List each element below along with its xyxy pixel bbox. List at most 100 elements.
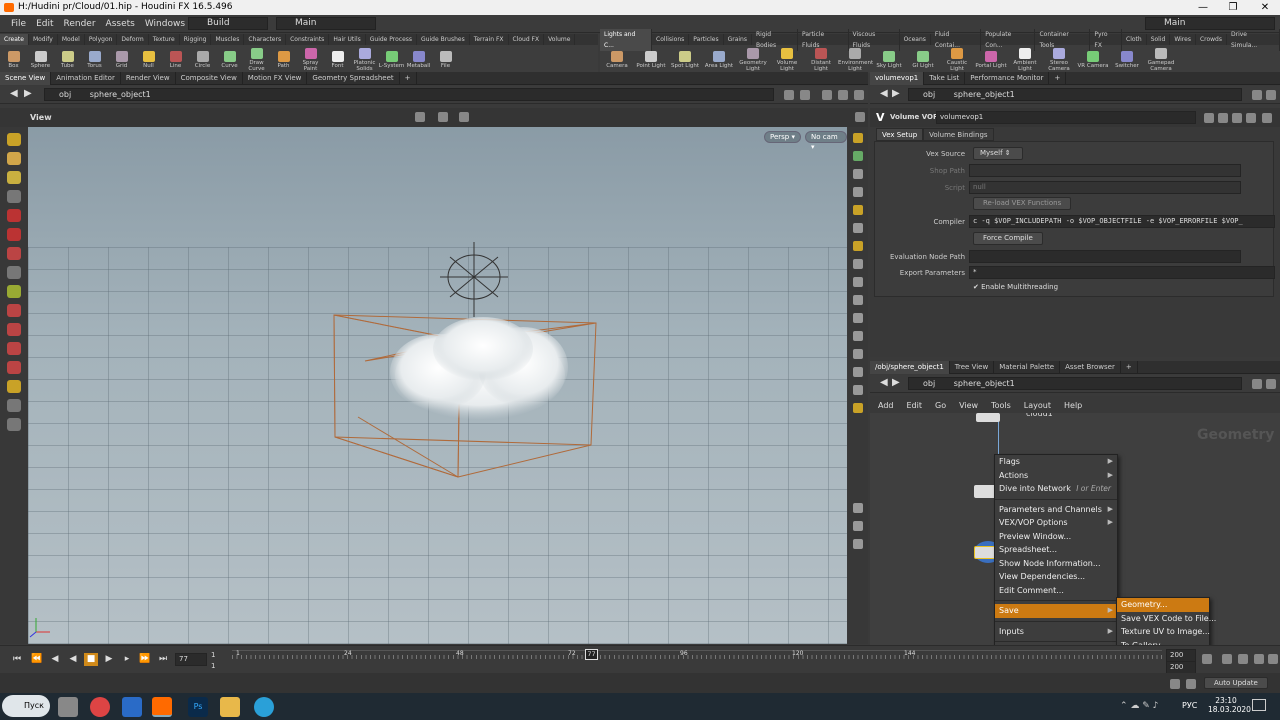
render-region-icon[interactable] [7, 285, 21, 298]
desktop-select[interactable]: Build [188, 17, 268, 30]
select-tool-icon[interactable] [7, 133, 21, 146]
param-help2-icon[interactable] [1262, 113, 1272, 123]
vex-source-select[interactable]: Myself ⇕ [973, 147, 1023, 160]
shelf-tool[interactable]: Grid [108, 49, 135, 69]
ghost-icon[interactable] [853, 223, 863, 233]
scene-path-field[interactable]: obj sphere_object1 [44, 88, 774, 101]
pose-tool-icon[interactable] [7, 190, 21, 203]
pane-tab[interactable]: Geometry Spreadsheet [307, 71, 400, 85]
shelf-tool[interactable]: GI Light [906, 49, 940, 69]
shelf-tool[interactable]: Null [135, 49, 162, 69]
param-forward-icon[interactable]: ▶ [892, 88, 900, 99]
houdini-task-icon[interactable] [152, 697, 172, 717]
net-menu-tools[interactable]: Tools [983, 401, 1016, 410]
shading-icon[interactable] [853, 151, 863, 161]
context-menu-item[interactable]: Edit Comment... [995, 584, 1117, 598]
current-frame-field[interactable]: 77 [175, 653, 207, 666]
shelf-tool[interactable]: Path [270, 49, 297, 69]
shop-path-field[interactable] [969, 164, 1241, 177]
shelf-tool[interactable]: Spot Light [668, 49, 702, 69]
next-key-icon[interactable]: ⏩ [138, 653, 152, 666]
play-icon[interactable]: ▶ [102, 653, 116, 666]
shelf-tool[interactable]: Platonic Solids [351, 46, 378, 72]
play-reverse-icon[interactable]: ◀ [66, 653, 80, 666]
hierarchy-icon[interactable] [1218, 113, 1228, 123]
shelf-tab[interactable]: Constraints [286, 34, 330, 45]
param-back-icon[interactable]: ◀ [880, 88, 888, 99]
pane-tab[interactable]: Motion FX View [243, 71, 308, 85]
net-pin-icon[interactable] [1252, 379, 1262, 389]
shelf-tab[interactable]: Collisions [652, 34, 690, 45]
clock[interactable]: 23:10 18.03.2020 [1208, 696, 1251, 714]
net-back-icon[interactable]: ◀ [880, 377, 888, 388]
task-view-icon[interactable] [58, 697, 78, 717]
node-cloud1[interactable] [976, 413, 1000, 422]
shelf-tool[interactable]: Circle [189, 49, 216, 69]
text-icon[interactable] [853, 367, 863, 377]
snap-point-icon[interactable] [7, 342, 21, 355]
stop-icon[interactable]: ■ [84, 653, 98, 666]
shelf-tab[interactable]: Modify [29, 34, 58, 45]
shelf-tool[interactable]: Area Light [702, 49, 736, 69]
shelf-tool[interactable]: Draw Curve [243, 46, 270, 72]
shelf-tool[interactable]: L-System [378, 49, 405, 69]
snap-icon[interactable] [438, 112, 448, 122]
shelf-tool[interactable]: Spray Paint [297, 46, 324, 72]
param-help-icon[interactable] [1266, 90, 1276, 100]
shelf-tab[interactable]: Terrain FX [470, 34, 509, 45]
shelf-tab[interactable]: Deform [117, 34, 149, 45]
light-icon[interactable] [853, 205, 863, 215]
shelf-tool[interactable]: Sphere [27, 49, 54, 69]
move-tool-icon[interactable] [7, 152, 21, 165]
net-menu-layout[interactable]: Layout [1016, 401, 1056, 410]
key-icon[interactable] [1202, 654, 1212, 664]
loop-icon[interactable] [1238, 654, 1248, 664]
shelf-tool[interactable]: Line [162, 49, 189, 69]
view-tool-icon[interactable] [7, 266, 21, 279]
shelf-tab[interactable]: Cloud FX [509, 34, 545, 45]
warning-icon[interactable] [1186, 679, 1196, 689]
pane-tab[interactable]: Scene View [0, 71, 52, 85]
shelf-tool[interactable]: Distant Light [804, 46, 838, 72]
snap-multi-icon[interactable] [7, 380, 21, 393]
pane-tab[interactable]: Animation Editor [51, 71, 121, 85]
save-submenu-item[interactable]: Save VEX Code to File... [1117, 612, 1216, 626]
prev-key-icon[interactable]: ⏪ [30, 653, 44, 666]
notification-icon[interactable] [1252, 699, 1266, 711]
stats-icon[interactable] [853, 521, 863, 531]
pane-tab[interactable]: Performance Monitor [965, 71, 1050, 85]
pane-tab[interactable]: /obj/sphere_object1 [870, 360, 950, 374]
force-compile-button[interactable]: Force Compile [973, 232, 1043, 245]
render-icon[interactable] [853, 539, 863, 549]
shelf-tool[interactable]: Point Light [634, 49, 668, 69]
language-indicator[interactable]: РУС [1182, 701, 1197, 710]
menu-assets[interactable]: Assets [101, 15, 140, 33]
shelf-tab[interactable]: Guide Brushes [417, 34, 470, 45]
net-split-icon[interactable] [1266, 379, 1276, 389]
shelf-tab[interactable]: Particles [689, 34, 724, 45]
shelf-tool[interactable]: Torus [81, 49, 108, 69]
lock-icon[interactable] [853, 169, 863, 179]
telegram-icon[interactable] [254, 697, 274, 717]
wireframe-icon[interactable] [853, 187, 863, 197]
bones-icon[interactable] [853, 331, 863, 341]
shelf-tab[interactable]: Characters [244, 34, 287, 45]
context-menu-item[interactable]: Parameters and Channels ▶ [995, 503, 1117, 517]
maximize-button[interactable]: ❐ [1218, 0, 1248, 15]
node-name-field[interactable]: volumevop1 [936, 111, 1196, 124]
snapshot-icon[interactable] [853, 403, 863, 413]
pane-tab[interactable]: Take List [924, 71, 966, 85]
shelf-tool[interactable]: Ambient Light [1008, 46, 1042, 72]
shelf-tool[interactable]: Box [0, 49, 27, 69]
camera-icon[interactable] [853, 385, 863, 395]
shelf-tab[interactable]: Lights and C... [600, 28, 653, 51]
rotate-tool-icon[interactable] [7, 171, 21, 184]
shelf-tab[interactable]: Muscles [211, 34, 245, 45]
shelf-tab[interactable]: Volume [544, 34, 576, 45]
shelf-tool[interactable]: Switcher [1110, 49, 1144, 69]
shelf-tab[interactable]: Cloth [1122, 34, 1147, 45]
link-icon[interactable] [800, 90, 810, 100]
app-icon[interactable] [122, 697, 142, 717]
shelf-tab[interactable]: Model [58, 34, 85, 45]
shelf-tool[interactable]: Tube [54, 49, 81, 69]
